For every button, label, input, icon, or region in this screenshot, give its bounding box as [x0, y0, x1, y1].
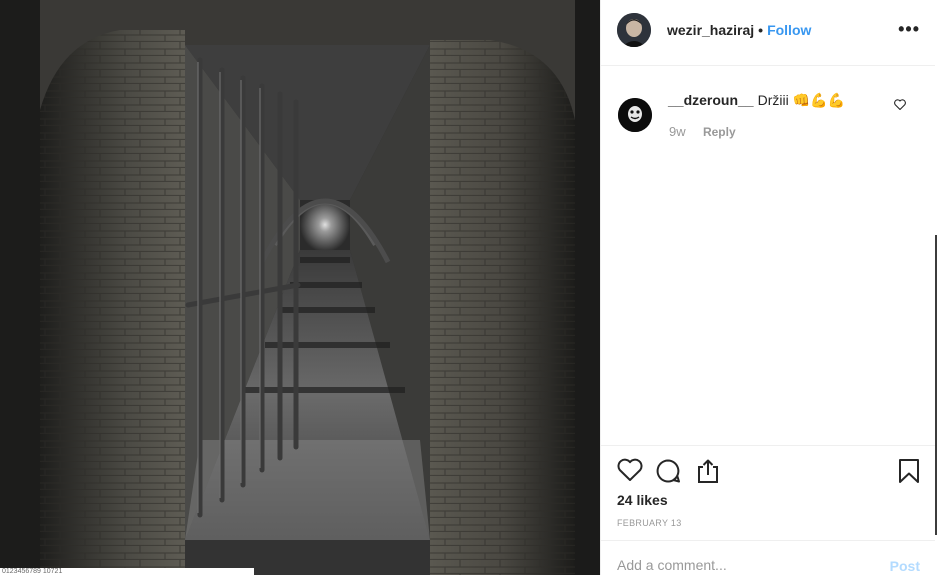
comment-input[interactable]	[617, 557, 867, 573]
comments-list: __dzeroun__ Držiii 👊💪💪 9w Reply	[601, 67, 936, 445]
bookmark-icon[interactable]	[898, 458, 920, 489]
comment-text-line: __dzeroun__ Držiii 👊💪💪	[668, 91, 845, 109]
heart-icon[interactable]	[617, 458, 643, 487]
comment-bubble-icon[interactable]	[655, 458, 681, 489]
comment-body: Držiii 👊💪💪	[757, 92, 845, 108]
post-side-panel: wezir_haziraj • Follow ••• __dzeroun__ Drži…	[600, 0, 936, 575]
separator-dot: •	[758, 22, 764, 38]
author-line: wezir_haziraj • Follow	[667, 22, 811, 38]
more-options-icon[interactable]: •••	[898, 20, 920, 38]
comment-username[interactable]: __dzeroun__	[668, 92, 754, 108]
post-comment-button[interactable]: Post	[890, 558, 920, 574]
author-avatar[interactable]	[617, 13, 651, 47]
reply-button[interactable]: Reply	[703, 125, 736, 139]
author-avatar-image	[617, 13, 651, 47]
photo-caption: 0123456789 10721	[0, 568, 254, 575]
post-actions: 24 likes FEBRUARY 13	[601, 445, 936, 540]
commenter-avatar-image	[618, 98, 652, 132]
comment-meta: 9w Reply	[669, 124, 736, 139]
small-heart-icon[interactable]	[894, 97, 906, 115]
likes-count[interactable]: 24 likes	[617, 492, 668, 508]
post-photo[interactable]: 0123456789 10721	[0, 0, 600, 575]
author-username[interactable]: wezir_haziraj	[667, 22, 754, 38]
action-icons	[615, 458, 925, 486]
share-icon[interactable]	[695, 458, 721, 489]
commenter-avatar[interactable]	[618, 98, 652, 132]
comment-age[interactable]: 9w	[669, 124, 686, 139]
post-header: wezir_haziraj • Follow •••	[601, 0, 936, 66]
dungeon-corridor-image	[0, 0, 600, 575]
add-comment-bar: Post	[601, 540, 936, 575]
post-date[interactable]: FEBRUARY 13	[617, 518, 682, 528]
follow-button[interactable]: Follow	[767, 22, 811, 38]
